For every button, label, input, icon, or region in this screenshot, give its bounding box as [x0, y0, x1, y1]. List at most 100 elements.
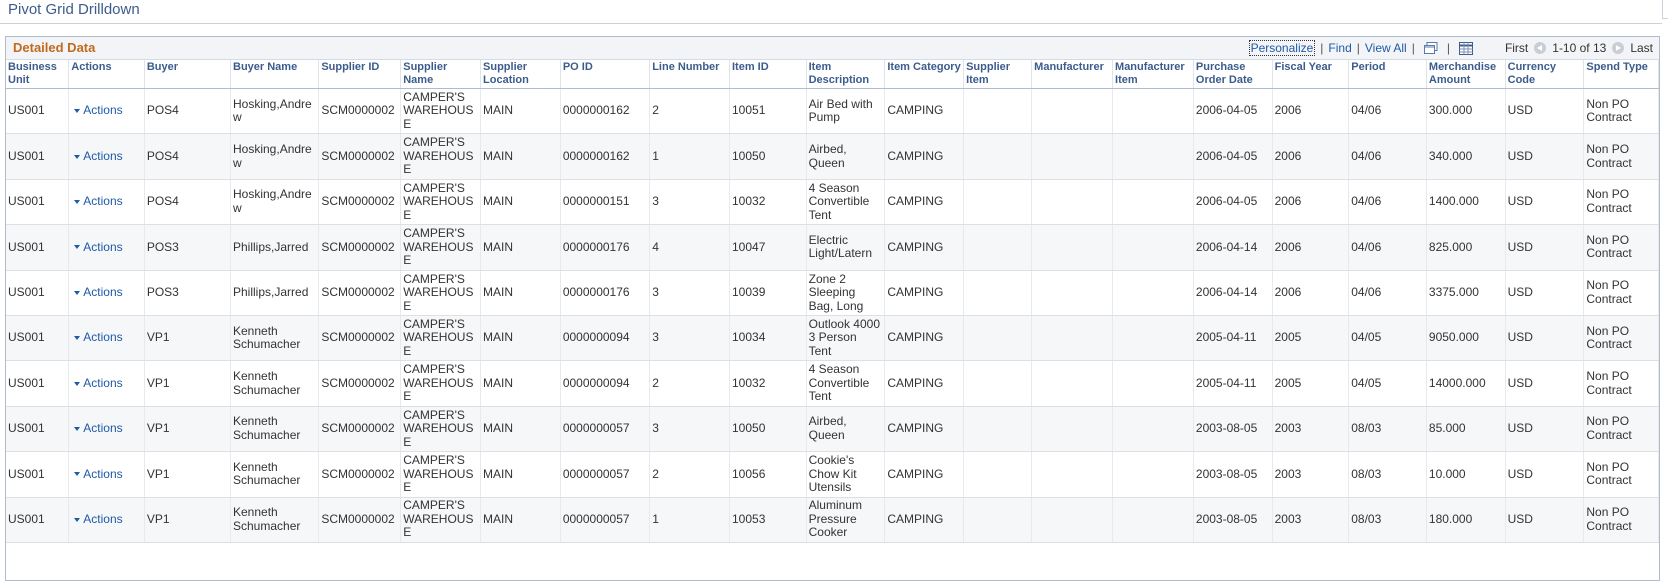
column-header[interactable]: Fiscal Year — [1272, 60, 1350, 89]
table-cell: 10047 — [729, 224, 807, 271]
previous-arrow-icon[interactable] — [1534, 42, 1547, 54]
column-header[interactable]: Currency Code — [1505, 60, 1585, 89]
table-cell: Non PO Contract — [1583, 88, 1659, 135]
table-cell: 2005-04-11 — [1193, 360, 1273, 407]
caret-down-icon — [74, 290, 81, 295]
table-cell: CAMPER'S WAREHOUSE — [400, 451, 482, 498]
table-cell: 3 — [649, 270, 730, 316]
table-cell: Phillips,Jarred — [230, 224, 320, 271]
table-cell: 0000000176 — [560, 270, 651, 316]
table-cell: USD — [1505, 451, 1585, 498]
personalize-link[interactable]: Personalize — [1248, 40, 1316, 56]
table-cell: 0000000094 — [560, 315, 651, 362]
table-cell — [1112, 315, 1194, 362]
column-header-row: Business Unit Actions Buyer Buyer Name Suppl… — [6, 60, 1659, 89]
new-window-icon[interactable] — [1423, 42, 1438, 54]
table-cell: US001 — [6, 315, 70, 362]
table-cell: 2003-08-05 — [1193, 451, 1273, 498]
table-cell: Air Bed with Pump — [806, 88, 886, 135]
table-cell: 04/06 — [1348, 224, 1427, 271]
row-actions-link[interactable]: Actions — [71, 376, 123, 390]
table-cell: Actions — [68, 406, 145, 453]
column-header[interactable]: Actions — [68, 60, 145, 89]
table-cell: USD — [1505, 88, 1585, 135]
row-actions-link[interactable]: Actions — [71, 421, 123, 435]
caret-down-icon — [74, 200, 81, 205]
table-cell: Kenneth Schumacher — [230, 497, 320, 543]
table-cell: 0000000162 — [560, 88, 651, 135]
row-actions-link[interactable]: Actions — [71, 330, 123, 345]
table-cell: 14000.000 — [1426, 360, 1506, 407]
table-cell: CAMPING — [884, 224, 965, 271]
table-cell: CAMPER'S WAREHOUSE — [400, 270, 482, 316]
table-cell: CAMPER'S WAREHOUSE — [400, 224, 482, 271]
column-header[interactable]: Supplier Name — [400, 60, 482, 89]
table-cell: 0000000057 — [560, 451, 651, 498]
table-cell: US001 — [6, 360, 70, 407]
column-header[interactable]: Item Description — [806, 60, 886, 89]
table-cell: 3 — [649, 406, 730, 453]
table-cell: Non PO Contract — [1583, 270, 1659, 316]
column-header[interactable]: Buyer — [144, 60, 232, 89]
actions-label: Actions — [83, 285, 123, 299]
table-cell: Non PO Contract — [1583, 224, 1659, 271]
table-cell: MAIN — [480, 179, 561, 226]
table-cell: MAIN — [480, 451, 561, 498]
table-cell: 2 — [649, 360, 730, 407]
table-cell: 08/03 — [1348, 451, 1427, 498]
next-arrow-icon[interactable] — [1612, 42, 1625, 54]
column-header[interactable]: Supplier Location — [480, 60, 561, 89]
table-cell: SCM0000002 — [318, 451, 402, 498]
column-header[interactable]: Supplier ID — [318, 60, 402, 89]
table-cell — [963, 497, 1033, 543]
table-cell: MAIN — [480, 88, 561, 135]
table-cell: 4 Season Convertible Tent — [806, 179, 886, 226]
column-header[interactable]: Business Unit — [6, 60, 70, 89]
column-header[interactable]: Item Category — [884, 60, 965, 89]
column-header[interactable]: Manufacturer Item — [1112, 60, 1194, 89]
column-header[interactable]: Buyer Name — [230, 60, 320, 89]
table-cell: CAMPING — [884, 360, 965, 407]
table-cell: 10034 — [729, 315, 807, 362]
find-link[interactable]: Find — [1328, 41, 1351, 55]
column-header[interactable]: Purchase Order Date — [1193, 60, 1273, 89]
table-cell: Actions — [68, 88, 145, 135]
column-header[interactable]: PO ID — [560, 60, 651, 89]
column-header[interactable]: Merchandise Amount — [1426, 60, 1506, 89]
table-cell: Actions — [68, 224, 145, 271]
table-cell: Phillips,Jarred — [230, 270, 320, 316]
view-all-link[interactable]: View All — [1365, 41, 1407, 55]
grid-header-bar: Detailed Data Personalize | Find | View … — [6, 37, 1659, 60]
row-actions-link[interactable]: Actions — [71, 149, 123, 163]
table-cell: CAMPER'S WAREHOUSE — [400, 179, 482, 226]
table-cell: 04/05 — [1348, 360, 1427, 407]
table-cell — [1112, 497, 1194, 543]
table-cell — [1031, 451, 1114, 498]
row-actions-link[interactable]: Actions — [71, 103, 123, 117]
column-header[interactable]: Item ID — [729, 60, 807, 89]
column-header[interactable]: Spend Type — [1583, 60, 1659, 89]
table-cell: Actions — [68, 497, 145, 543]
row-actions-link[interactable]: Actions — [71, 467, 123, 481]
table-cell: 9050.000 — [1426, 315, 1506, 362]
table-cell: POS3 — [144, 224, 232, 271]
row-actions-link[interactable]: Actions — [71, 194, 123, 208]
table-row: US001 Actions VP1 Kenneth Schumacher SCM0000… — [6, 315, 1659, 362]
table-cell: 2003 — [1272, 451, 1350, 498]
column-header[interactable]: Period — [1348, 60, 1427, 89]
row-actions-link[interactable]: Actions — [71, 240, 123, 254]
table-cell: Hosking,Andrew — [230, 179, 320, 226]
table-cell — [1112, 360, 1194, 407]
download-to-spreadsheet-icon[interactable] — [1458, 42, 1473, 55]
actions-label: Actions — [83, 330, 123, 345]
column-header[interactable]: Line Number — [649, 60, 730, 89]
column-header[interactable]: Supplier Item — [963, 60, 1033, 89]
table-cell: SCM0000002 — [318, 270, 402, 316]
table-cell: US001 — [6, 451, 70, 498]
row-actions-link[interactable]: Actions — [71, 285, 123, 299]
column-header[interactable]: Manufacturer — [1031, 60, 1114, 89]
row-actions-link[interactable]: Actions — [71, 512, 123, 526]
table-cell: US001 — [6, 179, 70, 226]
table-cell: 2005 — [1272, 315, 1350, 362]
table-cell: Kenneth Schumacher — [230, 451, 320, 498]
